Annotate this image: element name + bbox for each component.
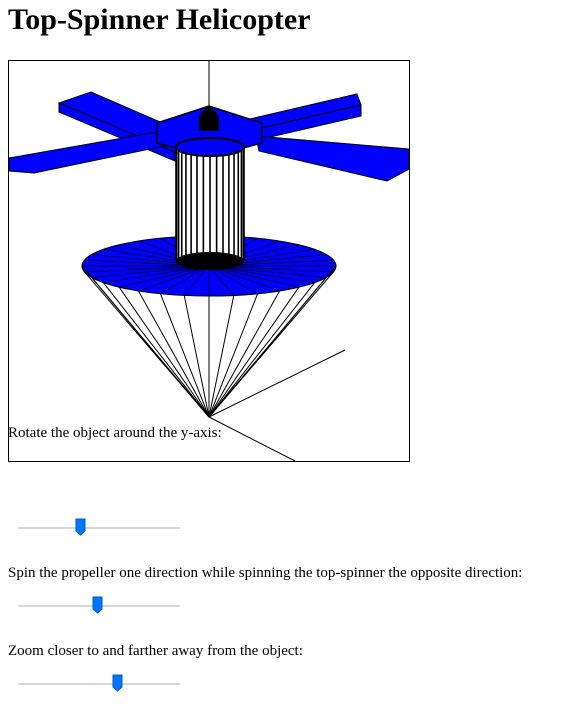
slider-thumb[interactable] <box>112 674 123 692</box>
z-axis <box>208 416 296 461</box>
cone-side-edge <box>138 290 210 418</box>
cone-side-edge <box>208 293 259 418</box>
blade-front-left <box>9 129 170 174</box>
zoom-label: Zoom closer to and farther away from the… <box>8 643 303 659</box>
x-axis <box>208 349 346 418</box>
mast-top <box>175 137 245 157</box>
rotate-label: Rotate the object around the y-axis: <box>8 425 222 441</box>
spin-label: Spin the propeller one direction while s… <box>8 565 523 581</box>
zoom-slider[interactable] <box>18 674 180 694</box>
cone-side-edge <box>103 282 210 418</box>
cone-side-edge <box>208 282 315 418</box>
rotate-y-slider[interactable] <box>18 518 180 538</box>
cone-side-edge <box>159 293 210 418</box>
cone-side-edge <box>208 290 280 418</box>
blade-front-right <box>255 135 409 182</box>
rotor-mast <box>175 137 245 270</box>
cone-side-edge <box>208 277 327 418</box>
slider-track <box>18 527 180 529</box>
mast-bottom <box>176 252 244 270</box>
slider-thumb[interactable] <box>92 596 103 614</box>
helicopter-scene[interactable] <box>9 61 409 461</box>
slider-track <box>18 683 180 685</box>
slider-thumb[interactable] <box>75 518 86 536</box>
spin-propeller-slider[interactable] <box>18 596 180 616</box>
page-title: Top-Spinner Helicopter <box>8 3 311 36</box>
scene-canvas[interactable] <box>8 60 410 462</box>
